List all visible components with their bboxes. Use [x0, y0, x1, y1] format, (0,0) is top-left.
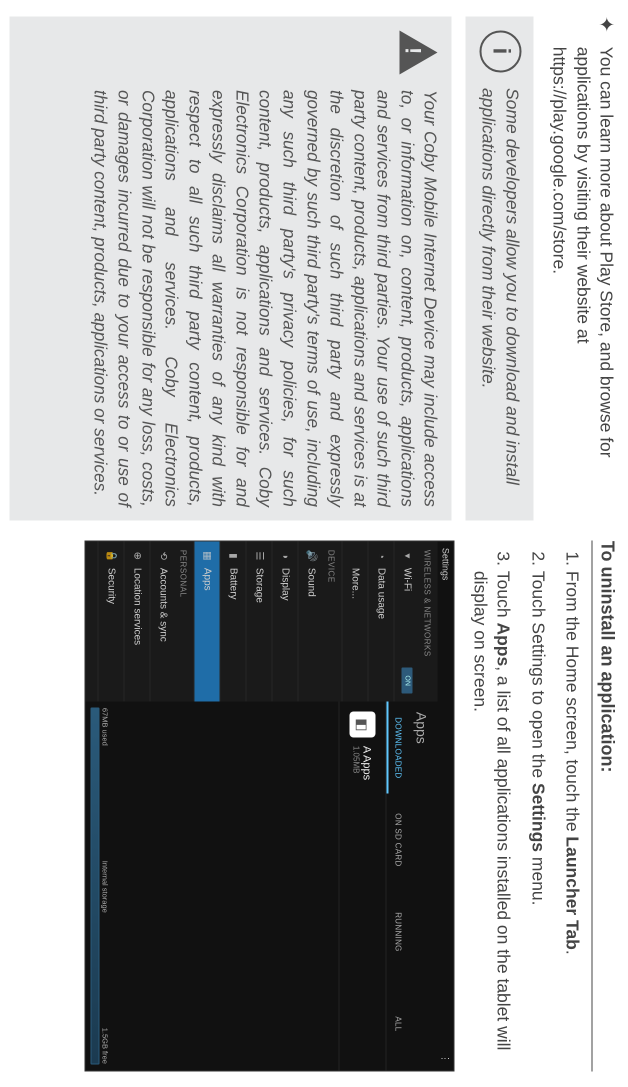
section-heading: To uninstall an application: [592, 541, 618, 1071]
info-callout: i Some developers allow you to download … [466, 16, 533, 521]
step-2: Touch Settings to open the Settings menu… [526, 571, 550, 1071]
sidebar-item-apps[interactable]: ▦ Apps [194, 542, 220, 702]
sound-icon: 🔊 [306, 550, 317, 562]
settings-sidebar: WIRELESS & NETWORKS ▾ Wi-Fi ON ◔ Data us… [86, 542, 438, 702]
section-header: WIRELESS & NETWORKS [420, 542, 438, 702]
section-header: DEVICE [324, 542, 342, 702]
app-title: Settings [441, 548, 451, 581]
tab-all[interactable]: ALL [387, 978, 408, 1070]
storage-icon: ☰ [254, 550, 265, 562]
location-icon: ⊕ [132, 550, 143, 562]
display-icon: ◑ [280, 550, 291, 562]
sidebar-item-storage[interactable]: ☰ Storage [246, 542, 272, 702]
apps-tabs: DOWNLOADED ON SD CARD RUNNING ALL [386, 702, 408, 1070]
storage-label: Internal storage [101, 861, 110, 913]
info-icon: i [479, 30, 521, 72]
status-bar: Settings ⋮ [438, 542, 454, 1070]
steps-list: From the Home screen, touch the Launcher… [457, 541, 585, 1071]
bullet-text: You can learn more about Play Store, and… [547, 47, 618, 521]
sidebar-item-accounts[interactable]: ⟲ Accounts & sync [150, 542, 176, 702]
sidebar-item-battery[interactable]: ▮ Battery [220, 542, 246, 702]
apps-icon: ▦ [202, 550, 213, 562]
lock-icon: 🔒 [106, 550, 117, 562]
sidebar-item-display[interactable]: ◑ Display [272, 542, 298, 702]
step-1: From the Home screen, touch the Launcher… [560, 571, 584, 1071]
plus-icon: ✦ [596, 16, 616, 33]
sidebar-item-more[interactable]: More... [342, 542, 368, 702]
storage-free: 1.5GB free [101, 1028, 110, 1064]
sync-icon: ⟲ [158, 550, 169, 562]
sidebar-item-security[interactable]: 🔒 Security [98, 542, 124, 702]
section-header: PERSONAL [176, 542, 194, 702]
sidebar-item-sound[interactable]: 🔊 Sound [298, 542, 324, 702]
tab-downloaded[interactable]: DOWNLOADED [387, 702, 408, 794]
storage-track [91, 708, 100, 1064]
warning-text: Your Coby Mobile Internet Device may inc… [88, 90, 441, 507]
sidebar-item-wifi[interactable]: ▾ Wi-Fi ON [394, 542, 420, 702]
step-3: Touch Apps, a list of all applications i… [468, 571, 515, 1071]
panel-title: Apps [408, 702, 438, 1070]
android-settings-screenshot: Settings ⋮ WIRELESS & NETWORKS ▾ Wi-Fi O… [85, 541, 455, 1071]
tab-on-sd[interactable]: ON SD CARD [387, 794, 408, 886]
wifi-toggle[interactable]: ON [402, 667, 413, 694]
wifi-icon: ▾ [402, 550, 413, 562]
storage-used: 67MB used [101, 708, 110, 746]
data-icon: ◔ [376, 550, 387, 562]
app-size: 1.05MB [352, 746, 361, 780]
bullet-tip: ✦ You can learn more about Play Store, a… [547, 16, 618, 521]
app-name: A Apps [361, 746, 373, 780]
overflow-icon: ⋮ [440, 1054, 451, 1064]
storage-bar: 67MB used Internal storage 1.5GB free [86, 702, 112, 1070]
apps-panel: Apps DOWNLOADED ON SD CARD RUNNING ALL ◧… [86, 702, 438, 1070]
app-row[interactable]: ◧ A Apps 1.05MB [339, 702, 386, 1070]
warning-icon [400, 30, 438, 74]
app-icon: ◧ [350, 712, 376, 738]
callout-text: Some developers allow you to download an… [476, 88, 523, 507]
warning-callout: Your Coby Mobile Internet Device may inc… [10, 16, 452, 521]
battery-icon: ▮ [228, 550, 239, 562]
tab-running[interactable]: RUNNING [387, 886, 408, 978]
sidebar-item-location[interactable]: ⊕ Location services [124, 542, 150, 702]
sidebar-item-data-usage[interactable]: ◔ Data usage [368, 542, 394, 702]
